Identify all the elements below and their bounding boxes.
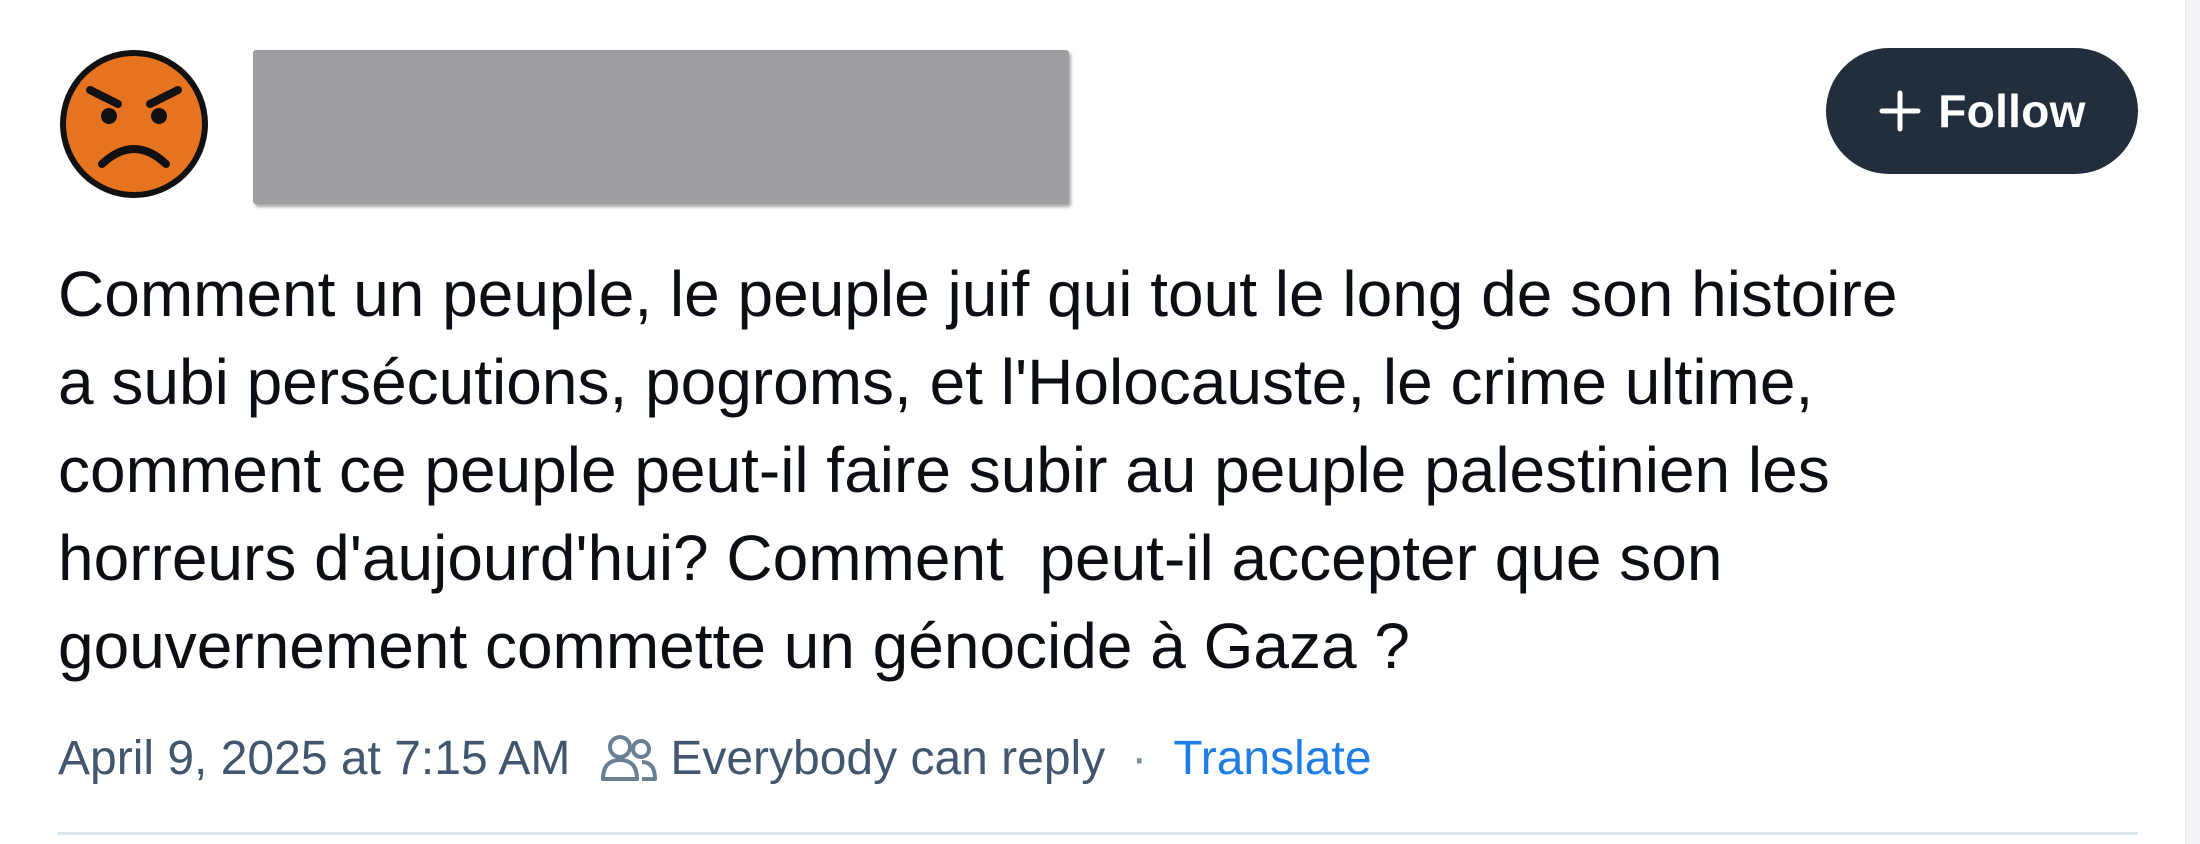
follow-label: Follow bbox=[1938, 85, 2086, 137]
post-timestamp[interactable]: April 9, 2025 at 7:15 AM bbox=[58, 731, 570, 786]
redacted-username bbox=[253, 50, 1069, 204]
translate-link[interactable]: Translate bbox=[1173, 731, 1371, 786]
avatar[interactable] bbox=[56, 46, 212, 202]
post-card: Follow Comment un peuple, le peuple juif… bbox=[0, 0, 2200, 844]
follow-button[interactable]: Follow bbox=[1826, 48, 2138, 174]
divider bbox=[58, 832, 2138, 835]
angry-face-icon bbox=[60, 50, 208, 198]
post-text: Comment un peuple, le peuple juif qui to… bbox=[58, 258, 1898, 682]
plus-icon bbox=[1879, 90, 1921, 132]
scrollbar-track[interactable] bbox=[2185, 0, 2200, 844]
people-icon bbox=[601, 735, 658, 781]
meta-separator: · bbox=[1131, 731, 1148, 785]
post-meta: April 9, 2025 at 7:15 AM Everybody can r… bbox=[58, 726, 1372, 790]
reply-setting: Everybody can reply bbox=[670, 731, 1106, 785]
